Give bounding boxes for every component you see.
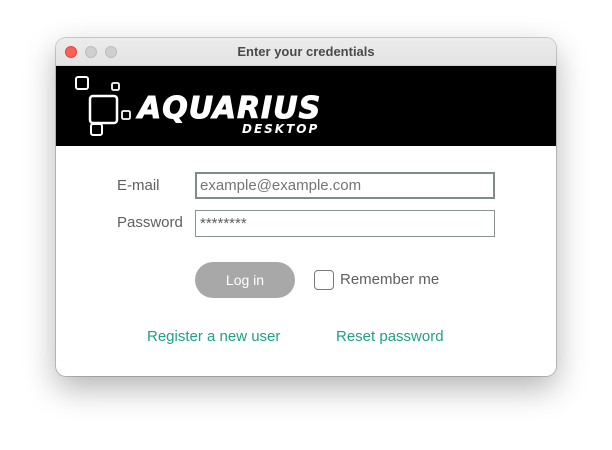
title-bar: Enter your credentials	[56, 38, 556, 66]
login-button[interactable]: Log in	[195, 262, 295, 298]
remember-me-checkbox[interactable]	[314, 270, 334, 290]
logo-wordmark: AQUARIUS	[137, 91, 322, 126]
logo-subtitle: DESKTOP	[242, 122, 320, 136]
login-dialog: Enter your credentials AQUARIUS DESKTOP …	[56, 38, 556, 376]
remember-me-label[interactable]: Remember me	[340, 271, 439, 289]
reset-password-link[interactable]: Reset password	[336, 328, 444, 346]
email-field[interactable]	[195, 172, 495, 199]
aquarius-squares-icon	[75, 76, 131, 136]
email-label: E-mail	[117, 177, 160, 194]
brand-banner: AQUARIUS DESKTOP	[56, 66, 556, 146]
password-label: Password	[117, 214, 183, 231]
register-link[interactable]: Register a new user	[147, 328, 280, 346]
window-title: Enter your credentials	[237, 44, 375, 59]
password-field[interactable]: ********	[195, 210, 495, 237]
